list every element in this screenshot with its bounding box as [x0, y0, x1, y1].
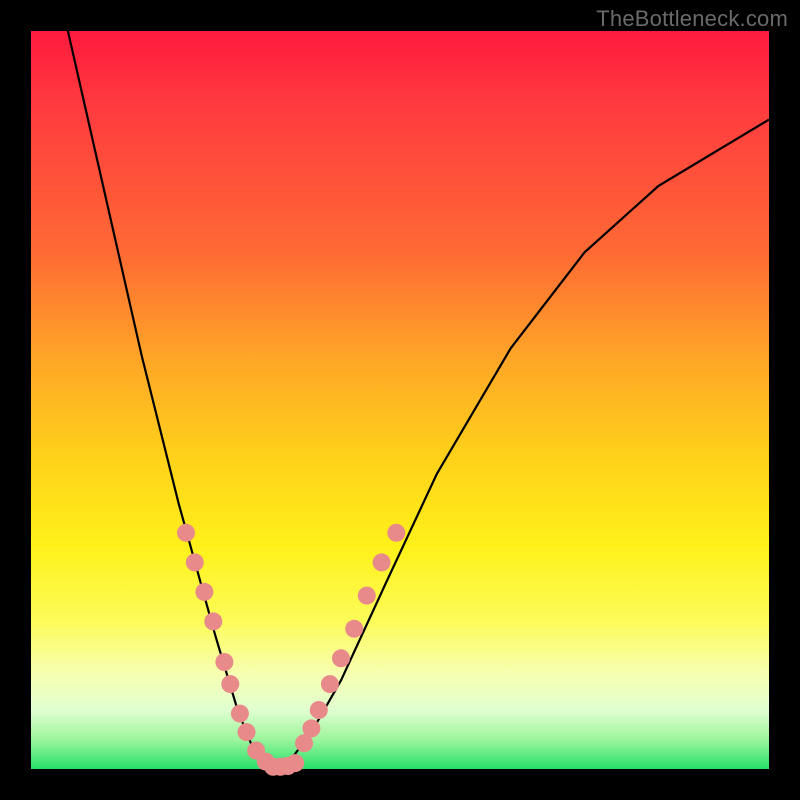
- data-dot: [215, 653, 233, 671]
- data-dot: [321, 675, 339, 693]
- data-dot: [286, 754, 304, 772]
- curve-svg: [31, 31, 769, 769]
- watermark-text: TheBottleneck.com: [596, 6, 788, 32]
- data-dot: [373, 553, 391, 571]
- data-dot: [387, 524, 405, 542]
- data-dot: [302, 719, 320, 737]
- data-dot: [332, 649, 350, 667]
- data-dot: [186, 553, 204, 571]
- data-dot: [310, 701, 328, 719]
- data-dot: [204, 612, 222, 630]
- data-dot: [358, 587, 376, 605]
- gradient-plot-area: [31, 31, 769, 769]
- data-dot: [238, 723, 256, 741]
- data-dot: [177, 524, 195, 542]
- data-dot: [231, 705, 249, 723]
- data-dot: [195, 583, 213, 601]
- outer-frame: TheBottleneck.com: [0, 0, 800, 800]
- data-dot: [221, 675, 239, 693]
- bottleneck-curve: [68, 31, 769, 769]
- data-dot: [345, 620, 363, 638]
- data-dots-group: [177, 524, 405, 776]
